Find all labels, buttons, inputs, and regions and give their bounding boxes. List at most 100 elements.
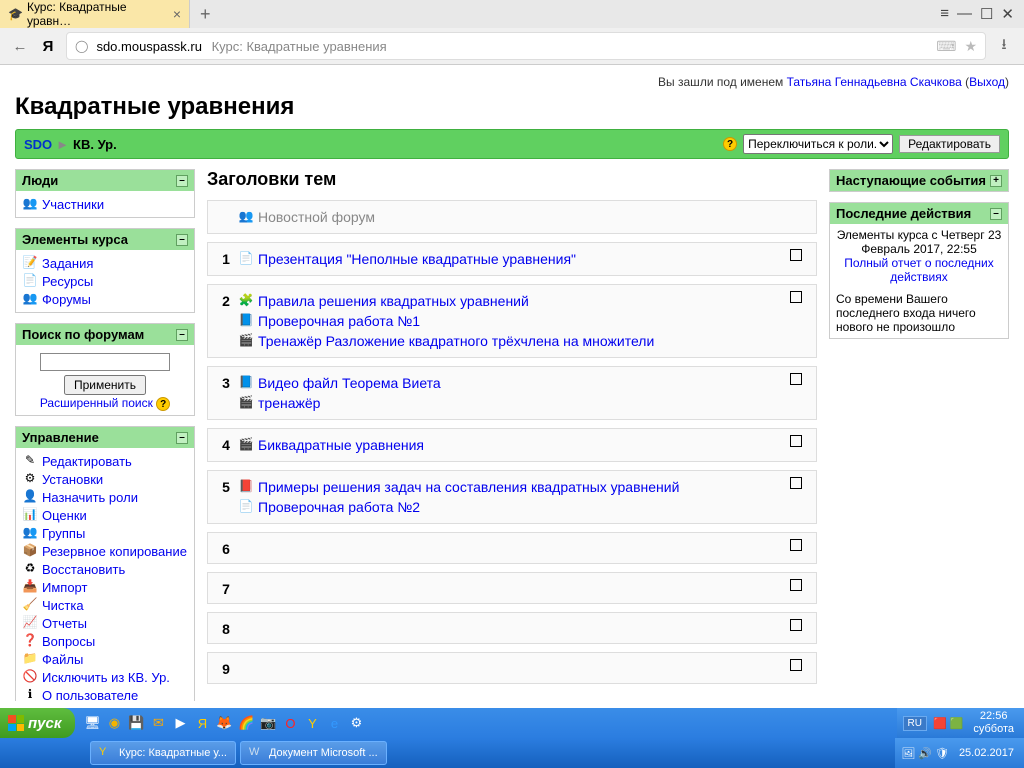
taskbar-app-word[interactable]: W Документ Microsoft ...	[240, 741, 387, 765]
tray-icons: 🟥 🟩	[933, 717, 963, 730]
admin-item-icon: 📊	[22, 507, 38, 523]
admin-item-link[interactable]: Оценки	[42, 508, 87, 523]
activity-link[interactable]: Правила решения квадратных уравнений	[258, 293, 529, 309]
assignments-link[interactable]: Задания	[42, 256, 93, 271]
opera-icon[interactable]: O	[281, 714, 299, 732]
picasa-icon[interactable]: 🌈	[237, 714, 255, 732]
admin-item-link[interactable]: О пользователе	[42, 688, 138, 702]
bookmark-icon[interactable]: ★	[964, 38, 977, 55]
taskbar-app-browser[interactable]: Y Курс: Квадратные у...	[90, 741, 236, 765]
collapse-icon[interactable]: –	[990, 208, 1002, 220]
ie-icon[interactable]: e	[325, 714, 343, 732]
admin-item-link[interactable]: Редактировать	[42, 454, 132, 469]
topic-checkbox[interactable]	[790, 619, 802, 631]
full-report-link[interactable]: Полный отчет о последних действиях	[844, 256, 994, 284]
participants-link[interactable]: Участники	[42, 197, 104, 212]
menu-icon[interactable]: ≡	[940, 5, 949, 23]
topic-section: 9	[207, 652, 817, 684]
app-icon[interactable]: ⚙	[347, 714, 365, 732]
collapse-icon[interactable]: –	[176, 175, 188, 187]
topic-checkbox[interactable]	[790, 249, 802, 261]
breadcrumb-bar: SDO ► КВ. Ур. ? Переключиться к роли... …	[15, 129, 1009, 159]
collapse-icon[interactable]: –	[176, 432, 188, 444]
keyboard-icon[interactable]: ⌨	[936, 38, 956, 55]
activity-link[interactable]: Примеры решения задач на составления ква…	[258, 479, 679, 495]
chrome-icon[interactable]: ◉	[105, 714, 123, 732]
forum-search-input[interactable]	[40, 353, 170, 371]
advanced-search-link[interactable]: Расширенный поиск	[40, 396, 153, 410]
activity-link[interactable]: Проверочная работа №2	[258, 499, 420, 515]
yandex-icon[interactable]: Я	[38, 38, 58, 55]
yandex-browser-icon[interactable]: Y	[303, 714, 321, 732]
admin-item-link[interactable]: Восстановить	[42, 562, 125, 577]
breadcrumb-root[interactable]: SDO	[24, 137, 52, 152]
forums-link[interactable]: Форумы	[42, 292, 91, 307]
topic-checkbox[interactable]	[790, 477, 802, 489]
back-icon[interactable]: ←	[10, 38, 30, 55]
disk-icon[interactable]: 💾	[127, 714, 145, 732]
admin-item-link[interactable]: Вопросы	[42, 634, 95, 649]
resources-link[interactable]: Ресурсы	[42, 274, 93, 289]
search-apply-button[interactable]: Применить	[64, 375, 146, 395]
activity-link[interactable]: Видео файл Теорема Виета	[258, 375, 441, 391]
outlook-icon[interactable]: ✉	[149, 714, 167, 732]
topic-checkbox[interactable]	[790, 659, 802, 671]
tray-icon[interactable]: 🖼	[901, 747, 915, 760]
activity-link[interactable]: Проверочная работа №1	[258, 313, 420, 329]
clock[interactable]: 22:56 суббота	[969, 710, 1018, 736]
help-icon[interactable]: ?	[156, 397, 170, 411]
collapse-icon[interactable]: –	[176, 329, 188, 341]
topic-checkbox[interactable]	[790, 291, 802, 303]
user-link[interactable]: Татьяна Геннадьевна Скачкова	[787, 75, 962, 89]
block-elements-title: Элементы курса	[22, 232, 128, 247]
activity-link[interactable]: Презентация "Неполные квадратные уравнен…	[258, 251, 576, 267]
help-icon[interactable]: ?	[723, 137, 737, 151]
activity-link[interactable]: Новостной форум	[258, 209, 375, 225]
tray-icon[interactable]: 🛡	[935, 747, 949, 760]
admin-item-icon: 👥	[22, 525, 38, 541]
admin-item-link[interactable]: Импорт	[42, 580, 87, 595]
activity-link[interactable]: Биквадратные уравнения	[258, 437, 424, 453]
role-switch-select[interactable]: Переключиться к роли...	[743, 134, 893, 154]
activity-link[interactable]: Тренажёр Разложение квадратного трёхчлен…	[258, 333, 654, 349]
admin-item-link[interactable]: Чистка	[42, 598, 84, 613]
topic-checkbox[interactable]	[790, 539, 802, 551]
admin-item-link[interactable]: Назначить роли	[42, 490, 138, 505]
url-box[interactable]: ◯ sdo.mouspassk.ru Курс: Квадратные урав…	[66, 32, 986, 60]
expand-icon[interactable]: +	[990, 175, 1002, 187]
browser-tab[interactable]: 🎓 Курс: Квадратные уравн… ×	[0, 0, 190, 28]
collapse-icon[interactable]: –	[176, 234, 188, 246]
minimize-icon[interactable]: —	[957, 5, 972, 23]
topic-checkbox[interactable]	[790, 579, 802, 591]
admin-item-link[interactable]: Резервное копирование	[42, 544, 187, 559]
close-tab-icon[interactable]: ×	[173, 6, 181, 22]
admin-item-link[interactable]: Отчеты	[42, 616, 87, 631]
download-icon[interactable]: ⭳	[994, 34, 1014, 59]
yandex-icon[interactable]: Я	[193, 714, 211, 732]
firefox-icon[interactable]: 🦊	[215, 714, 233, 732]
show-desktop-icon[interactable]: 🖥	[83, 714, 101, 732]
topic-checkbox[interactable]	[790, 435, 802, 447]
realplayer-icon[interactable]: ▶	[171, 714, 189, 732]
admin-item-link[interactable]: Файлы	[42, 652, 83, 667]
activity-link[interactable]: тренажёр	[258, 395, 320, 411]
login-info: Вы зашли под именем Татьяна Геннадьевна …	[15, 75, 1009, 89]
block-search-title: Поиск по форумам	[22, 327, 144, 342]
tray-icon[interactable]: 🟩	[950, 717, 964, 730]
date[interactable]: 25.02.2017	[955, 747, 1018, 760]
edit-button[interactable]: Редактировать	[899, 135, 1000, 153]
admin-item-link[interactable]: Установки	[42, 472, 103, 487]
maximize-icon[interactable]: ☐	[980, 5, 993, 23]
app-icon[interactable]: 📷	[259, 714, 277, 732]
topic-checkbox[interactable]	[790, 373, 802, 385]
admin-item-link[interactable]: Группы	[42, 526, 85, 541]
language-indicator[interactable]: RU	[903, 716, 927, 731]
admin-item-link[interactable]: Исключить из КВ. Ур.	[42, 670, 170, 685]
volume-icon[interactable]: 🔊	[918, 747, 932, 760]
start-button[interactable]: пуск	[0, 708, 75, 738]
logout-link[interactable]: Выход	[969, 75, 1005, 89]
new-tab-button[interactable]: +	[190, 4, 221, 25]
topic-section: 7	[207, 572, 817, 604]
tray-icon[interactable]: 🟥	[933, 717, 947, 730]
close-window-icon[interactable]: ✕	[1001, 5, 1014, 23]
